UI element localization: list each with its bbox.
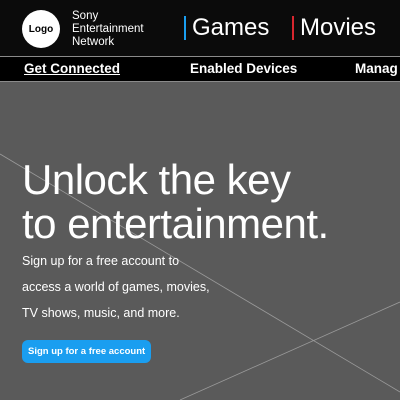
- logo[interactable]: Logo: [22, 10, 60, 48]
- headline-line: to entertainment.: [22, 200, 329, 247]
- brand-line: Entertainment: [72, 23, 144, 35]
- nav-games-label: Games: [192, 14, 270, 41]
- hero-headline: Unlock the key to entertainment.: [22, 158, 392, 246]
- headline-line: Unlock the key: [22, 156, 291, 203]
- nav-games-link[interactable]: Games: [184, 13, 269, 43]
- page: Logo Sony Entertainment Network Games Mo…: [0, 0, 400, 400]
- top-header: Logo Sony Entertainment Network Games Mo…: [0, 0, 400, 56]
- brand-line: Network: [72, 36, 115, 48]
- nav-movies-label: Movies: [300, 14, 377, 41]
- subnav-manage[interactable]: Manag: [355, 60, 398, 78]
- secondary-nav: Get Connected Enabled Devices Manag: [0, 56, 400, 82]
- subnav-enabled-devices[interactable]: Enabled Devices: [190, 60, 297, 78]
- nav-movies-link[interactable]: Movies: [292, 13, 376, 43]
- description-line: Sign up for a free account to: [22, 254, 180, 268]
- description-line: TV shows, music, and more.: [22, 306, 180, 320]
- subnav-get-connected[interactable]: Get Connected: [24, 60, 120, 78]
- description-line: access a world of games, movies,: [22, 280, 210, 294]
- nav-accent-bar: [292, 16, 294, 40]
- nav-accent-bar: [184, 16, 186, 40]
- brand-line: Sony: [72, 10, 99, 22]
- hero-description: Sign up for a free account to access a w…: [22, 248, 282, 326]
- brand-name: Sony Entertainment Network: [72, 10, 172, 49]
- signup-button[interactable]: Sign up for a free account: [22, 340, 152, 363]
